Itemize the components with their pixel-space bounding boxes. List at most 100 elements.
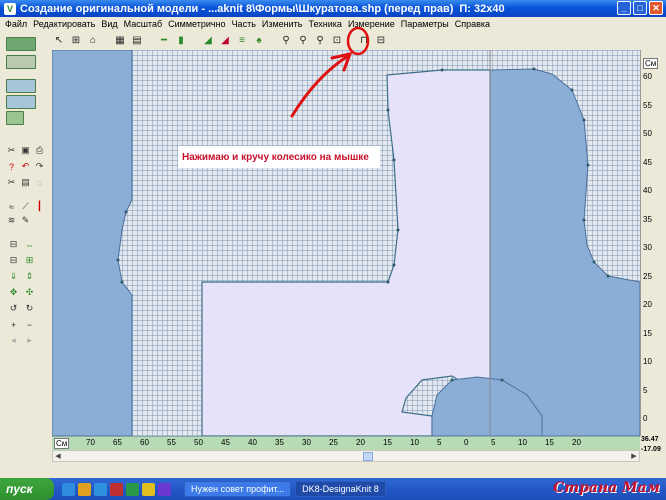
scroll-thumb[interactable] [363,452,373,461]
neckline-shape-button[interactable] [6,55,36,69]
quicklaunch-icon-4[interactable] [110,482,123,496]
scroll-left-icon[interactable]: ◀ [53,451,63,461]
menu-item-0[interactable]: Файл [2,19,30,29]
app-icon: V [4,2,16,15]
menu-item-10[interactable]: Справка [452,19,493,29]
erase-icon[interactable]: ◌ [34,177,45,188]
quicklaunch-icon-7[interactable] [158,482,171,496]
spread-icon[interactable]: ✥ [8,287,19,298]
curve-tool-icon[interactable]: ≈ [6,201,17,212]
height-icon[interactable]: ⇕ [24,271,35,282]
shape-edit-icon-2[interactable]: ◢ [218,34,232,48]
scroll-right-icon[interactable]: ▶ [629,451,639,461]
coord-x: 36.47 [641,436,659,443]
menu-bar: Файл Редактировать Вид Масштаб Симметрично Ча… [0,17,666,31]
select-tool-icon[interactable]: ⊞ [69,34,83,48]
menu-item-4[interactable]: Симметрично [165,19,228,29]
horizontal-ruler-tick: 5 [437,438,442,447]
full-view-icon[interactable]: ⊟ [374,34,388,48]
left-tool-panel: ✂ ▣ ⎙ ? ↶ ↷ ✂ ▤ ◌ ≈ ⟋ ┃ ≋ ✎ ⊟ ⇔ ⊟ ⊞ ⇓ ⇕ … [0,35,50,355]
align-left-icon[interactable]: ⊟ [8,239,19,250]
horizontal-ruler-tick: 10 [518,438,527,447]
prev-icon[interactable]: ◂ [8,335,19,346]
shape-edit-icon-3[interactable]: ≡ [235,34,249,48]
quicklaunch-icon-2[interactable] [78,482,91,496]
shape-edit-icon-1[interactable]: ◢ [201,34,215,48]
menu-item-3[interactable]: Масштаб [121,19,166,29]
cut-icon[interactable]: ✂ [6,177,17,188]
window-title: Создание оригинальной модели - ...aknit … [20,2,454,15]
quicklaunch-icon-3[interactable] [94,482,107,496]
horizontal-ruler: См 70 65 60 55 50 45 40 35 30 25 20 15 10 5 0 5 10 15 20 [52,436,640,450]
minimize-button[interactable]: _ [617,1,631,15]
pattern-canvas[interactable]: Нажимаю и кручу колесико на мышке [52,50,640,436]
horizontal-scrollbar[interactable]: ◀ ▶ [52,450,640,462]
garment-tool-icon[interactable]: ⌂ [86,34,100,48]
menu-item-5[interactable]: Часть [229,19,259,29]
paste-icon[interactable]: ▤ [20,177,31,188]
pencil-icon[interactable]: ✎ [20,215,31,226]
expand-icon[interactable]: ⊞ [24,255,35,266]
menu-item-6[interactable]: Изменить [259,19,306,29]
pocket-shape-button[interactable] [6,111,24,125]
zoom-in-icon[interactable]: ⚲ [296,34,310,48]
quicklaunch-icon-1[interactable] [62,482,75,496]
gauge-label: П: 32x40 [459,2,505,15]
garment-shape-button[interactable] [6,37,36,51]
mirror-piece-right [489,68,640,436]
grid-coarse-icon[interactable]: ▤ [130,34,144,48]
horizontal-ruler-tick: 40 [248,438,257,447]
zoom-out-icon[interactable]: ⚲ [313,34,327,48]
start-button[interactable]: пуск [0,478,54,500]
shape-edit-icon-4[interactable]: ♠ [252,34,266,48]
redo-icon[interactable]: ↷ [34,161,45,172]
line-tool-icon[interactable]: ━ [157,34,171,48]
scissors-icon[interactable]: ✂ [6,145,17,156]
zoom-fit-icon[interactable]: ⊡ [330,34,344,48]
minus-icon[interactable]: − [24,319,35,330]
horizontal-ruler-tick: 5 [491,438,496,447]
measure-shape-button[interactable] [6,95,36,109]
wave-tool-icon[interactable]: ≋ [6,215,17,226]
quicklaunch-icon-5[interactable] [126,482,139,496]
horizontal-ruler-tick: 0 [464,438,469,447]
plus-icon[interactable]: + [8,319,19,330]
red-arrow [290,54,350,118]
zoom-icon[interactable]: ⚲ [279,34,293,48]
highlight-circle [346,26,370,56]
close-button[interactable]: ✕ [649,1,663,15]
vertical-ruler-tick: 35 [643,214,652,224]
undo-icon[interactable]: ↶ [20,161,31,172]
copy-icon[interactable]: ▣ [20,145,31,156]
vertical-ruler-tick: 55 [643,100,652,110]
title-bar[interactable]: V Создание оригинальной модели - ...akni… [0,0,666,17]
rotate-left-icon[interactable]: ↺ [8,303,19,314]
vertical-ruler-tick: 5 [643,385,648,395]
gather-icon[interactable]: ✣ [24,287,35,298]
quicklaunch-icon-6[interactable] [142,482,155,496]
pointer-tool-icon[interactable]: ↖ [52,34,66,48]
help-icon[interactable]: ? [6,161,17,172]
next-icon[interactable]: ▸ [24,335,35,346]
move-down-icon[interactable]: ⇓ [8,271,19,282]
vertical-line-icon[interactable]: ┃ [34,201,45,212]
menu-item-9[interactable]: Параметры [398,19,452,29]
maximize-button[interactable]: □ [633,1,647,15]
menu-item-2[interactable]: Вид [98,19,120,29]
grid-fine-icon[interactable]: ▦ [113,34,127,48]
vertical-ruler-tick: 20 [643,300,652,309]
sleeve-shape-button[interactable] [6,79,36,93]
point-tool-icon[interactable]: ▮ [174,34,188,48]
taskbar-task-1[interactable]: DK8-DesignaKnit 8 [295,481,386,497]
taskbar-task-0[interactable]: Нужен совет профит... [184,481,292,497]
align-right-icon[interactable]: ⊟ [8,255,19,266]
rotate-right-icon[interactable]: ↻ [24,303,35,314]
horizontal-ruler-tick: 60 [140,438,149,447]
menu-item-1[interactable]: Редактировать [30,19,98,29]
print-icon[interactable]: ⎙ [34,145,45,156]
horizontal-ruler-tick: 70 [86,438,95,447]
menu-item-7[interactable]: Техника [306,19,345,29]
slope-tool-icon[interactable]: ⟋ [20,201,31,212]
width-icon[interactable]: ⇔ [24,239,35,250]
vertical-ruler-tick: 40 [643,186,652,195]
